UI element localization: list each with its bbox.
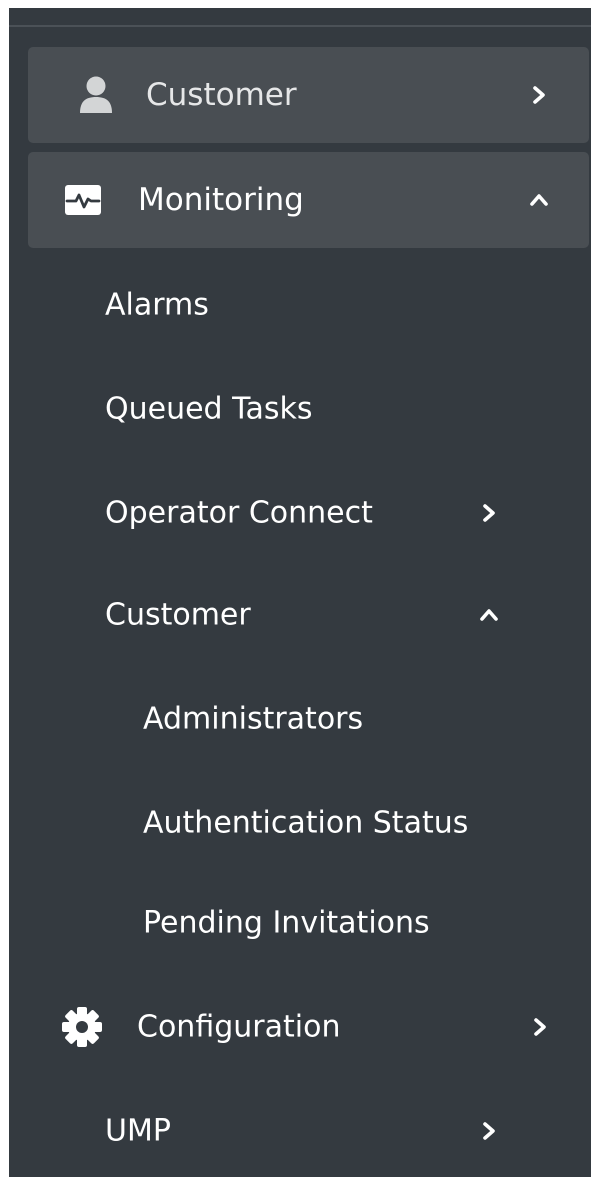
- sidebar-nav: Customer Monitoring Alarms Queued Tasks …: [9, 8, 591, 1177]
- chevron-up-icon: [530, 194, 548, 206]
- sidebar-item-alarms[interactable]: Alarms: [9, 260, 591, 350]
- sidebar-item-queued-tasks[interactable]: Queued Tasks: [9, 364, 591, 454]
- sidebar-item-label: Customer: [146, 77, 297, 113]
- sidebar-item-label: UMP: [105, 1113, 171, 1149]
- chevron-right-icon: [483, 1122, 495, 1140]
- sidebar-item-label: Operator Connect: [105, 495, 373, 531]
- chevron-right-icon: [483, 504, 495, 522]
- sidebar-item-authentication-status[interactable]: Authentication Status: [9, 778, 591, 868]
- activity-monitor-icon: [65, 185, 101, 215]
- chevron-right-icon: [533, 86, 545, 104]
- sidebar-item-label: Monitoring: [138, 182, 304, 218]
- sidebar-item-monitoring[interactable]: Monitoring: [28, 152, 589, 248]
- sidebar-item-label: Queued Tasks: [105, 391, 313, 427]
- sidebar-item-label: Administrators: [143, 701, 364, 737]
- sidebar-item-ump[interactable]: UMP: [9, 1086, 591, 1176]
- sidebar-item-label: Pending Invitations: [143, 905, 430, 941]
- sidebar-item-label: Alarms: [105, 287, 209, 323]
- sidebar-item-administrators[interactable]: Administrators: [9, 674, 591, 764]
- sidebar-item-pending-invitations[interactable]: Pending Invitations: [9, 878, 591, 968]
- sidebar-item-customer[interactable]: Customer: [28, 47, 589, 143]
- chevron-right-icon: [534, 1018, 546, 1036]
- sidebar-item-label: Customer: [105, 597, 251, 633]
- user-icon: [80, 76, 112, 113]
- sidebar-top-divider: [9, 25, 591, 27]
- sidebar-item-label: Authentication Status: [143, 805, 469, 841]
- sidebar-item-label: Configuration: [137, 1009, 341, 1045]
- chevron-up-icon: [480, 609, 498, 621]
- gear-icon: [62, 1007, 102, 1047]
- sidebar-item-customer[interactable]: Customer: [9, 570, 591, 660]
- sidebar-item-configuration[interactable]: Configuration: [9, 982, 591, 1072]
- sidebar-item-operator-connect[interactable]: Operator Connect: [9, 468, 591, 558]
